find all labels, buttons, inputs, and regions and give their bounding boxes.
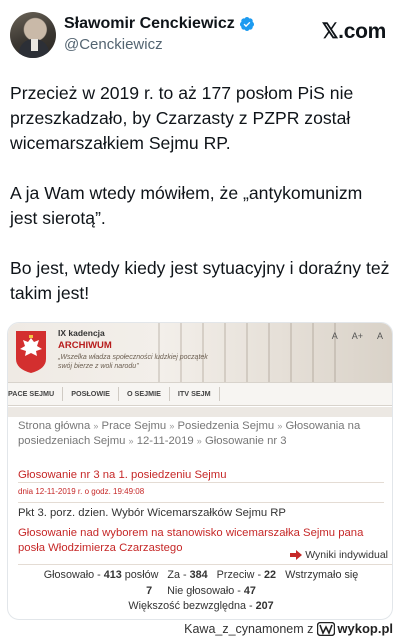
divider (18, 502, 384, 503)
breadcrumb-item[interactable]: Strona główna (18, 420, 90, 432)
dash: - (97, 569, 101, 581)
divider (18, 482, 384, 483)
dash: - (183, 569, 187, 581)
dash: - (257, 569, 262, 581)
za-value: 384 (189, 569, 208, 581)
x-logo[interactable]: 𝕏.com (321, 19, 387, 44)
attached-image[interactable]: IX kadencja ARCHIWUM „Wszelka władza spo… (7, 322, 393, 620)
tally-line: Większość bezwzględna - 207 (8, 599, 392, 615)
breadcrumb: Strona główna » Prace Sejmu » Posiedzeni… (18, 419, 384, 449)
archiwum-label: ARCHIWUM (58, 340, 112, 351)
breadcrumb-separator: » (93, 421, 99, 431)
tweet-paragraph: Przecież w 2019 r. to aż 177 posłom PiS … (10, 83, 354, 153)
dash: - (237, 584, 241, 597)
sub-bar (8, 407, 392, 417)
arrow-right-icon (290, 550, 303, 560)
wykop-site: wykop.pl (337, 621, 393, 636)
wykop-watermark: Kawa_z_cynamonem z wykop.pl (181, 620, 396, 637)
font-size-larger-button[interactable]: A+ (349, 329, 366, 343)
tally-line: 7 Nie głosowało - 47 (8, 584, 392, 600)
wstrzymalo-label: Wstrzymało się (285, 569, 359, 581)
tweet-header: Sławomir Cenckiewicz @Cenckiewicz 𝕏.com (0, 0, 400, 70)
font-size-controls: A A+ A (329, 329, 386, 343)
nav-item-poslowie[interactable]: POSŁOWIE (63, 387, 119, 401)
author-name-row: Sławomir Cenckiewicz (64, 15, 255, 33)
x-com-label: 𝕏.com (321, 20, 387, 43)
poslow-label: posłów (124, 569, 159, 581)
archive-banner: IX kadencja ARCHIWUM „Wszelka władza spo… (8, 323, 392, 382)
tweet-paragraph: Bo jest, wtedy kiedy jest sytuacyjny i d… (10, 258, 390, 303)
watermark-user: Kawa_z_cynamonem (184, 621, 304, 636)
nav-item-o-sejmie[interactable]: O SEJMIE (119, 387, 170, 401)
watermark-z: z (307, 621, 314, 636)
wstrzymalo-value: 7 (146, 584, 153, 597)
tweet-paragraph: A ja Wam wtedy mówiłem, że „antykomunizm… (10, 183, 363, 228)
wykop-logo-icon (317, 621, 336, 636)
polish-eagle-emblem-icon (16, 331, 46, 373)
individual-results-link[interactable]: Wyniki indywidual (290, 549, 388, 561)
archive-nav: PACE SEJMU POSŁOWIE O SEJMIE ITV SEJM (8, 382, 392, 406)
breadcrumb-separator: » (196, 436, 202, 446)
individual-results-label: Wyniki indywidual (305, 549, 388, 561)
wiekszosc-label: Większość bezwzględna (128, 600, 246, 612)
display-name[interactable]: Sławomir Cenckiewicz (64, 15, 235, 33)
font-contrast-button[interactable]: A (374, 329, 386, 343)
glosowalo-label: Głosowało (43, 569, 95, 581)
breadcrumb-item[interactable]: 12-11-2019 (137, 435, 194, 447)
wiekszosc-value: 207 (255, 600, 274, 612)
vote-title: Głosowanie nr 3 na 1. posiedzeniu Sejmu (18, 469, 227, 481)
breadcrumb-item[interactable]: Posiedzenia Sejmu (178, 420, 275, 432)
breadcrumb-separator: » (169, 421, 175, 431)
przeciw-label: Przeciw (216, 569, 255, 581)
handle[interactable]: @Cenckiewicz (64, 36, 163, 53)
nie-glosowalo-label: Nie głosowało (167, 584, 235, 597)
nav-item-prace-sejmu[interactable]: PACE SEJMU (8, 387, 64, 401)
tweet-text: Przecież w 2019 r. to aż 177 posłom PiS … (10, 81, 392, 331)
breadcrumb-separator: » (277, 421, 283, 431)
wykop-logo: wykop.pl (317, 621, 393, 636)
za-label: Za (167, 569, 181, 581)
dash: - (249, 600, 253, 612)
motto: „Wszelka władza społeczności ludzkiej po… (58, 354, 208, 370)
nie-glosowalo-value: 47 (243, 584, 256, 597)
divider (18, 564, 392, 565)
vote-tally: Głosowało - 413 posłów Za - 384 Przeciw … (8, 568, 392, 615)
kadencja-label: IX kadencja (58, 328, 105, 338)
vote-date: dnia 12-11-2019 r. o godz. 19:49:08 (18, 487, 145, 496)
font-size-normal-button[interactable]: A (329, 329, 341, 343)
avatar[interactable] (10, 12, 56, 58)
glosowalo-value: 413 (103, 569, 122, 581)
verified-badge-icon (239, 17, 254, 31)
tally-line: Głosowało - 413 posłów Za - 384 Przeciw … (8, 568, 392, 584)
przeciw-value: 22 (264, 569, 277, 581)
breadcrumb-item[interactable]: Prace Sejmu (102, 420, 167, 432)
breadcrumb-item: Głosowanie nr 3 (204, 435, 287, 447)
agenda-item: Pkt 3. porz. dzien. Wybór Wicemarszałków… (18, 507, 286, 519)
nav-item-itv-sejm[interactable]: ITV SEJM (170, 387, 220, 401)
breadcrumb-separator: » (128, 436, 134, 446)
